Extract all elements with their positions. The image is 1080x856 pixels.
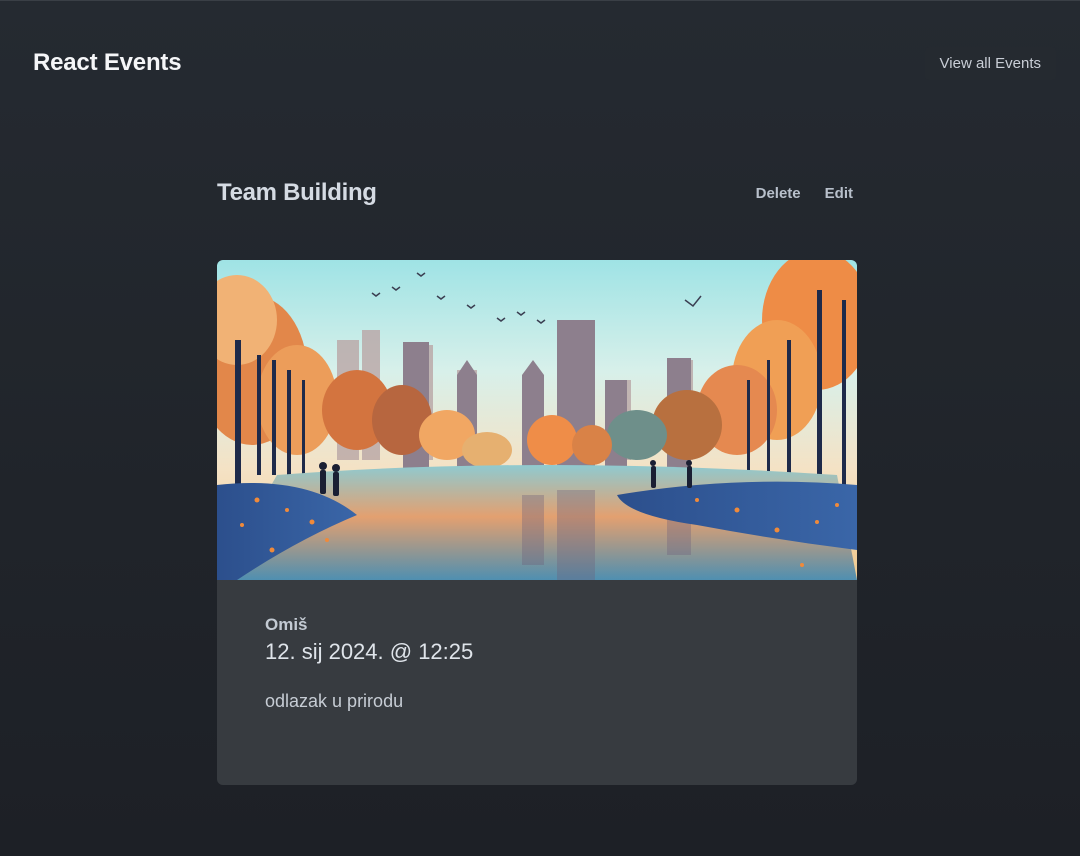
brand-title[interactable]: React Events <box>33 49 182 77</box>
event-location: Omiš <box>265 615 308 634</box>
event-card: Omiš 12. sij 2024. @ 12:25 odlazak u pri… <box>217 260 857 785</box>
event-datetime: 12. sij 2024. @ 12:25 <box>265 639 474 664</box>
event-details: Omiš 12. sij 2024. @ 12:25 odlazak u pri… <box>265 615 473 712</box>
event-image <box>217 260 857 580</box>
event-description: odlazak u prirodu <box>265 691 404 711</box>
event-title: Team Building <box>217 179 377 206</box>
event-header: Team Building Delete Edit <box>217 177 857 217</box>
page: React Events View all Events Team Buildi… <box>0 0 1080 856</box>
view-all-events-link[interactable]: View all Events <box>924 47 1056 80</box>
header: React Events View all Events <box>0 1 1080 129</box>
edit-button[interactable]: Edit <box>825 185 853 202</box>
event-actions: Delete Edit <box>756 185 853 202</box>
delete-button[interactable]: Delete <box>756 185 801 202</box>
